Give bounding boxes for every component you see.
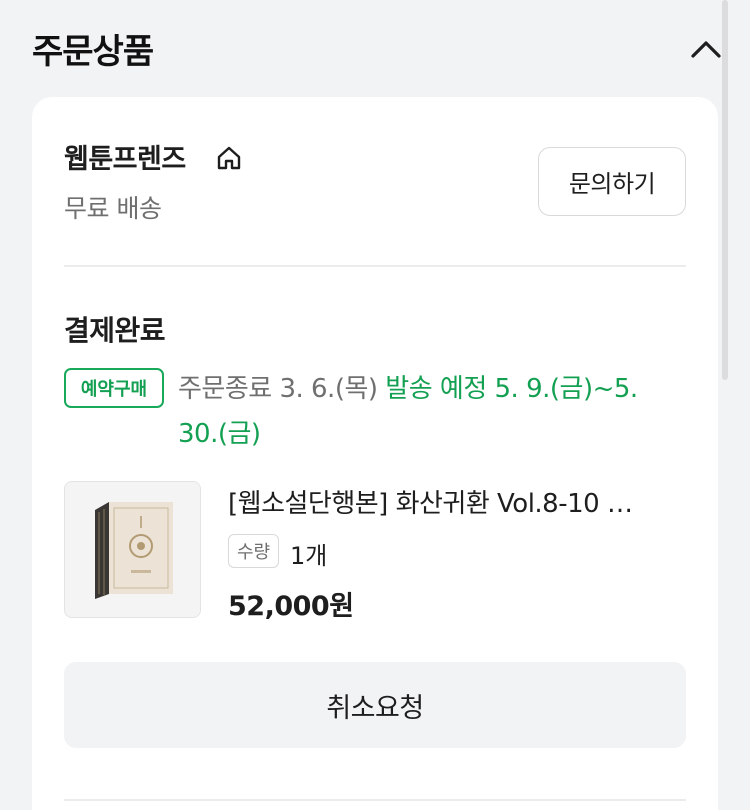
chevron-up-icon[interactable]: [686, 30, 726, 70]
divider: [64, 799, 686, 801]
scrollbar[interactable]: [722, 0, 728, 380]
preorder-badge: 예약구매: [64, 368, 164, 408]
seller-name[interactable]: 웹툰프렌즈: [64, 137, 186, 176]
order-products-header[interactable]: 주문상품: [0, 0, 750, 96]
home-icon[interactable]: [215, 144, 243, 172]
order-card: 웹툰프렌즈 무료 배송 문의하기 결제완료 예약구매 주문종료 3. 6.(목)…: [32, 97, 718, 810]
quantity-label: 수량: [228, 534, 279, 568]
order-end-date: 주문종료 3. 6.(목): [178, 374, 386, 404]
product-image: [65, 482, 200, 617]
order-products-page: 주문상품 웹툰프렌즈 무료 배송 문의하기 결제완료 예약구매 주문종료 3. …: [0, 0, 750, 810]
product-price: 52,000원: [228, 591, 354, 622]
quantity-value: 1개: [290, 542, 328, 570]
inquiry-button[interactable]: 문의하기: [538, 147, 686, 216]
cancel-request-button[interactable]: 취소요청: [64, 662, 686, 748]
product-thumbnail[interactable]: [64, 481, 201, 618]
product-name[interactable]: [웹소설단행본] 화산귀환 Vol.8-10 …: [228, 483, 688, 520]
payment-status: 결제완료: [64, 314, 166, 347]
order-schedule: 주문종료 3. 6.(목) 발송 예정 5. 9.(금)~5. 30.(금): [178, 367, 668, 457]
shipping-info: 무료 배송: [64, 194, 162, 223]
divider: [64, 265, 686, 267]
section-title: 주문상품: [32, 32, 154, 72]
